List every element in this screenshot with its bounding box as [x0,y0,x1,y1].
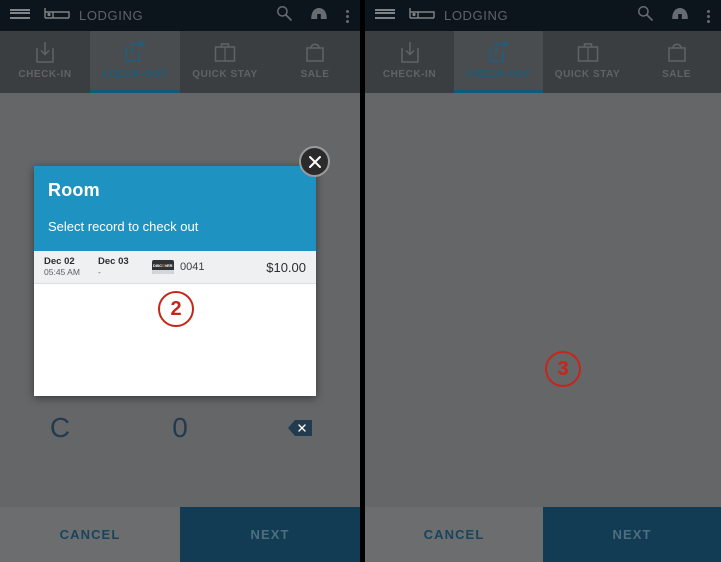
bottom-bar-right: CANCEL NEXT [365,507,721,562]
hamburger-menu-icon[interactable] [375,8,395,23]
callout-marker-2: 2 [158,291,194,327]
right-phone-panel: LODGING CHECK-IN CHECK-OUT QUICK STAY SA… [365,0,721,562]
more-vertical-icon[interactable] [346,7,350,25]
home-icon[interactable] [671,5,689,26]
backspace-icon[interactable] [240,419,360,437]
room-dialog-title: Room [48,180,100,200]
key-clear[interactable]: C [0,412,120,444]
tab-check-out-label: CHECK-OUT [102,69,168,80]
shopping-bag-icon [666,38,688,66]
hamburger-menu-icon[interactable] [10,8,30,23]
list-item[interactable]: Dec 02 05:45 AM Dec 03 - DISCOVER 0041 $… [34,251,316,284]
record-check-out-time: - [98,267,101,277]
tab-check-out[interactable]: CHECK-OUT [454,31,543,93]
tab-check-out-label: CHECK-OUT [466,69,531,80]
tab-sale-label: SALE [300,69,330,80]
tab-strip-left: CHECK-IN CHECK-OUT QUICK STAY SALE [0,31,360,93]
screenshot-stage: LODGING CHECK-IN CHECK-OUT QUICK STAY SA… [0,0,721,562]
record-check-in-time: 05:45 AM [44,267,80,277]
search-icon[interactable] [276,5,292,26]
room-select-dialog: Room Select record to check out Dec 02 0… [34,146,330,396]
check-in-icon [399,38,421,66]
tab-check-in[interactable]: CHECK-IN [0,31,90,93]
record-card-last4: 0041 [180,261,205,273]
callout-marker-3: 3 [545,351,581,387]
tab-quick-stay[interactable]: QUICK STAY [543,31,632,93]
briefcase-icon [213,38,237,66]
close-icon[interactable] [299,146,330,177]
record-check-out-date: Dec 03 [98,256,129,267]
search-icon[interactable] [637,5,653,26]
tab-strip-right: CHECK-IN CHECK-OUT QUICK STAY SALE [365,31,721,93]
record-card: DISCOVER 0041 [152,260,266,274]
record-check-in: Dec 02 05:45 AM [44,256,98,278]
tab-check-in[interactable]: CHECK-IN [365,31,454,93]
next-button-left[interactable]: NEXT [180,507,360,562]
app-title: LODGING [79,8,144,23]
bed-icon [44,6,70,25]
tab-check-out[interactable]: CHECK-OUT [90,31,180,93]
app-bar-right: LODGING [365,0,721,31]
cancel-button-right[interactable]: CANCEL [365,507,543,562]
app-bar-left: LODGING [0,0,360,31]
left-phone-panel: LODGING CHECK-IN CHECK-OUT QUICK STAY SA… [0,0,360,562]
right-content-backdrop [365,93,721,562]
key-zero[interactable]: 0 [120,412,240,444]
shopping-bag-icon [304,38,326,66]
room-dialog-subtitle: Select record to check out [48,219,199,234]
numeric-keypad-row: C 0 [0,400,360,456]
check-out-icon [487,38,511,66]
cancel-button-left[interactable]: CANCEL [0,507,180,562]
more-vertical-icon[interactable] [707,7,711,25]
home-icon[interactable] [310,5,328,26]
record-check-out: Dec 03 - [98,256,152,278]
tab-sale[interactable]: SALE [632,31,721,93]
tab-quick-stay-label: QUICK STAY [192,69,258,80]
record-list: Dec 02 05:45 AM Dec 03 - DISCOVER 0041 $… [34,251,316,284]
check-in-icon [34,38,56,66]
tab-quick-stay[interactable]: QUICK STAY [180,31,270,93]
briefcase-icon [576,38,600,66]
bottom-bar-left: CANCEL NEXT [0,507,360,562]
tab-check-in-label: CHECK-IN [382,69,437,80]
discover-card-icon: DISCOVER [152,260,174,274]
bed-icon [409,6,435,25]
tab-quick-stay-label: QUICK STAY [554,69,621,80]
tab-sale-label: SALE [662,69,691,80]
room-dialog-header: Room Select record to check out [34,166,316,251]
next-button-right[interactable]: NEXT [543,507,721,562]
check-out-icon [123,38,147,66]
record-amount: $10.00 [266,259,306,275]
tab-sale[interactable]: SALE [270,31,360,93]
record-check-in-date: Dec 02 [44,256,75,267]
app-title: LODGING [444,8,509,23]
tab-check-in-label: CHECK-IN [18,69,72,80]
